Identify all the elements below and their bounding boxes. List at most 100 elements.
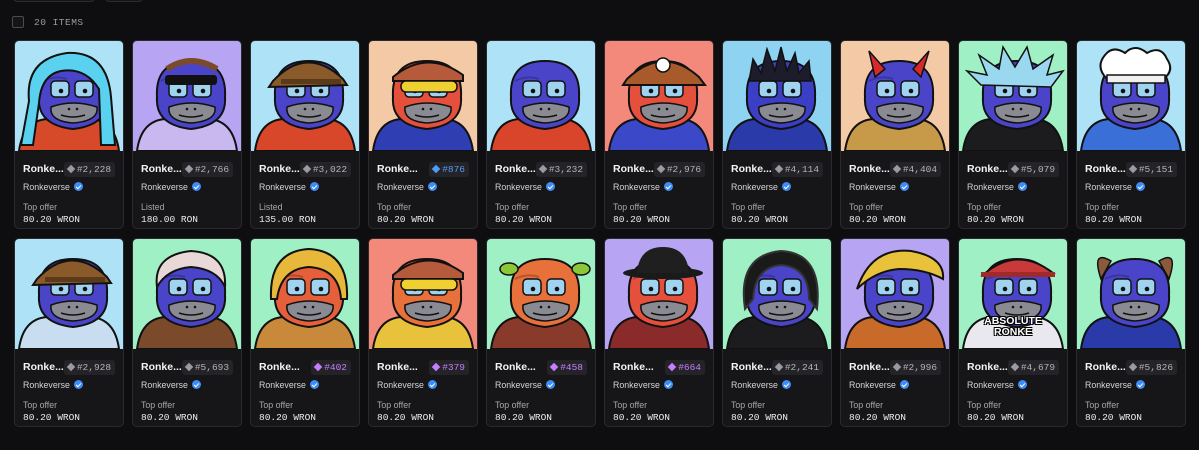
collection-name[interactable]: Ronkeverse xyxy=(849,182,896,192)
nft-image[interactable] xyxy=(15,41,123,151)
nft-image[interactable] xyxy=(133,239,241,349)
nft-image[interactable] xyxy=(959,41,1067,151)
price-label: Top offer xyxy=(967,400,1002,410)
collection-name[interactable]: Ronkeverse xyxy=(141,182,188,192)
nft-image[interactable] xyxy=(723,41,831,151)
price-label: Top offer xyxy=(1085,400,1120,410)
nft-card[interactable]: Ronke... #458 Ronkeverse Top offer 80.20 WRO… xyxy=(486,238,596,427)
price-value: 80.20 WRON xyxy=(495,412,553,423)
nft-card[interactable]: Ronke... #2,228 Ronkeverse Top offer 80.20 W… xyxy=(14,40,124,229)
collection-name[interactable]: Ronkeverse xyxy=(1085,380,1132,390)
nft-grid: Ronke... #2,228 Ronkeverse Top offer 80.20 W… xyxy=(14,40,1186,427)
nft-card[interactable]: Ronke... #5,826 Ronkeverse Top offer 80.20 W… xyxy=(1076,238,1186,427)
rank-value: #2,241 xyxy=(784,361,820,373)
items-count: 20 ITEMS xyxy=(34,16,84,28)
nft-name: Ronke... xyxy=(967,163,1008,175)
collection-name[interactable]: Ronkeverse xyxy=(967,182,1014,192)
collection-name[interactable]: Ronkeverse xyxy=(377,380,424,390)
price-value: 80.20 WRON xyxy=(849,214,907,225)
nft-name: Ronke... xyxy=(141,361,182,373)
rarity-rank-badge: #2,241 xyxy=(771,359,824,375)
diamond-icon xyxy=(1128,164,1138,174)
collection-name[interactable]: Ronkeverse xyxy=(23,380,70,390)
nft-image[interactable] xyxy=(369,41,477,151)
nft-image[interactable] xyxy=(841,239,949,349)
collection-name[interactable]: Ronkeverse xyxy=(495,380,542,390)
collection-name[interactable]: Ronkeverse xyxy=(967,380,1014,390)
nft-card[interactable]: ABSOLUTE RONKE Ronke... #4,679 Ronkeverse Top… xyxy=(958,238,1068,427)
nft-card[interactable]: Ronke... #3,232 Ronkeverse Top offer 80.20 W… xyxy=(486,40,596,229)
nft-image[interactable] xyxy=(251,239,359,349)
sort-button[interactable] xyxy=(104,0,144,2)
collection-name[interactable]: Ronkeverse xyxy=(731,380,778,390)
select-all-checkbox[interactable] xyxy=(12,16,24,28)
collection-name[interactable]: Ronkeverse xyxy=(1085,182,1132,192)
verified-badge-icon xyxy=(663,182,673,191)
nft-card[interactable]: Ronke... #5,079 Ronkeverse Top offer 80.20 W… xyxy=(958,40,1068,229)
nft-card[interactable]: Ronke... #5,151 Ronkeverse Top offer 80.20 W… xyxy=(1076,40,1186,229)
nft-card[interactable]: Ronke... #4,404 Ronkeverse Top offer 80.20 W… xyxy=(840,40,950,229)
rank-value: #2,766 xyxy=(194,163,230,175)
price-label: Top offer xyxy=(23,202,58,212)
nft-card[interactable]: Ronke... #2,766 Ronkeverse Listed 180.00 RON xyxy=(132,40,242,229)
price-value: 80.20 WRON xyxy=(613,214,671,225)
nft-card[interactable]: Ronke... #379 Ronkeverse Top offer 80.20 WRO… xyxy=(368,238,478,427)
collection-name[interactable]: Ronkeverse xyxy=(141,380,188,390)
nft-image[interactable] xyxy=(605,41,713,151)
nft-image[interactable]: ABSOLUTE RONKE xyxy=(959,239,1067,349)
price-label: Top offer xyxy=(495,400,530,410)
nft-card[interactable]: Ronke... #876 Ronkeverse Top offer 80.20 WRO… xyxy=(368,40,478,229)
nft-image[interactable] xyxy=(15,239,123,349)
price-label: Top offer xyxy=(613,400,648,410)
nft-card[interactable]: Ronke... #2,996 Ronkeverse Top offer 80.20 W… xyxy=(840,238,950,427)
nft-image[interactable] xyxy=(251,41,359,151)
nft-card[interactable]: Ronke... #2,241 Ronkeverse Top offer 80.20 W… xyxy=(722,238,832,427)
nft-image[interactable] xyxy=(1077,41,1185,151)
collection-name[interactable]: Ronkeverse xyxy=(495,182,542,192)
nft-card[interactable]: Ronke... #5,693 Ronkeverse Top offer 80.20 W… xyxy=(132,238,242,427)
diamond-icon xyxy=(774,164,784,174)
nft-image[interactable] xyxy=(841,41,949,151)
filter-button[interactable] xyxy=(12,0,96,2)
verified-badge-icon xyxy=(545,182,555,191)
rarity-rank-badge: #4,114 xyxy=(771,161,824,177)
nft-card[interactable]: Ronke... #2,928 Ronkeverse Top offer 80.20 W… xyxy=(14,238,124,427)
nft-card[interactable]: Ronke... #3,022 Ronkeverse Listed 135.00 RON xyxy=(250,40,360,229)
price-label: Top offer xyxy=(613,202,648,212)
nft-card[interactable]: Ronke... #2,976 Ronkeverse Top offer 80.20 W… xyxy=(604,40,714,229)
diamond-icon xyxy=(1010,362,1020,372)
nft-card[interactable]: Ronke... #664 Ronkeverse Top offer 80.20 WRO… xyxy=(604,238,714,427)
collection-name[interactable]: Ronkeverse xyxy=(259,380,306,390)
collection-name[interactable]: Ronkeverse xyxy=(259,182,306,192)
nft-image[interactable] xyxy=(723,239,831,349)
nft-image[interactable] xyxy=(1077,239,1185,349)
nft-image[interactable] xyxy=(369,239,477,349)
collection-name[interactable]: Ronkeverse xyxy=(613,380,660,390)
price-label: Top offer xyxy=(1085,202,1120,212)
nft-image[interactable] xyxy=(133,41,241,151)
diamond-icon xyxy=(892,362,902,372)
collection-name[interactable]: Ronkeverse xyxy=(23,182,70,192)
collection-name[interactable]: Ronkeverse xyxy=(849,380,896,390)
diamond-icon xyxy=(184,362,194,372)
verified-badge-icon xyxy=(427,380,437,389)
nft-image[interactable] xyxy=(487,41,595,151)
nft-name: Ronke... xyxy=(23,163,64,175)
nft-name: Ronke... xyxy=(849,361,890,373)
diamond-icon xyxy=(302,164,312,174)
diamond-icon xyxy=(431,362,441,372)
nft-card[interactable]: Ronke... #4,114 Ronkeverse Top offer 80.20 W… xyxy=(722,40,832,229)
collection-name[interactable]: Ronkeverse xyxy=(613,182,660,192)
nft-card[interactable]: Ronke... #402 Ronkeverse Top offer 80.20 WRO… xyxy=(250,238,360,427)
nft-image[interactable] xyxy=(605,239,713,349)
verified-badge-icon xyxy=(309,380,319,389)
collection-name[interactable]: Ronkeverse xyxy=(377,182,424,192)
collection-name[interactable]: Ronkeverse xyxy=(731,182,778,192)
rarity-rank-badge: #5,826 xyxy=(1125,359,1178,375)
verified-badge-icon xyxy=(545,380,555,389)
diamond-icon xyxy=(66,362,76,372)
nft-image[interactable] xyxy=(487,239,595,349)
nft-name: Ronke... xyxy=(731,361,772,373)
price-value: 80.20 WRON xyxy=(23,412,81,423)
price-label: Top offer xyxy=(141,400,176,410)
